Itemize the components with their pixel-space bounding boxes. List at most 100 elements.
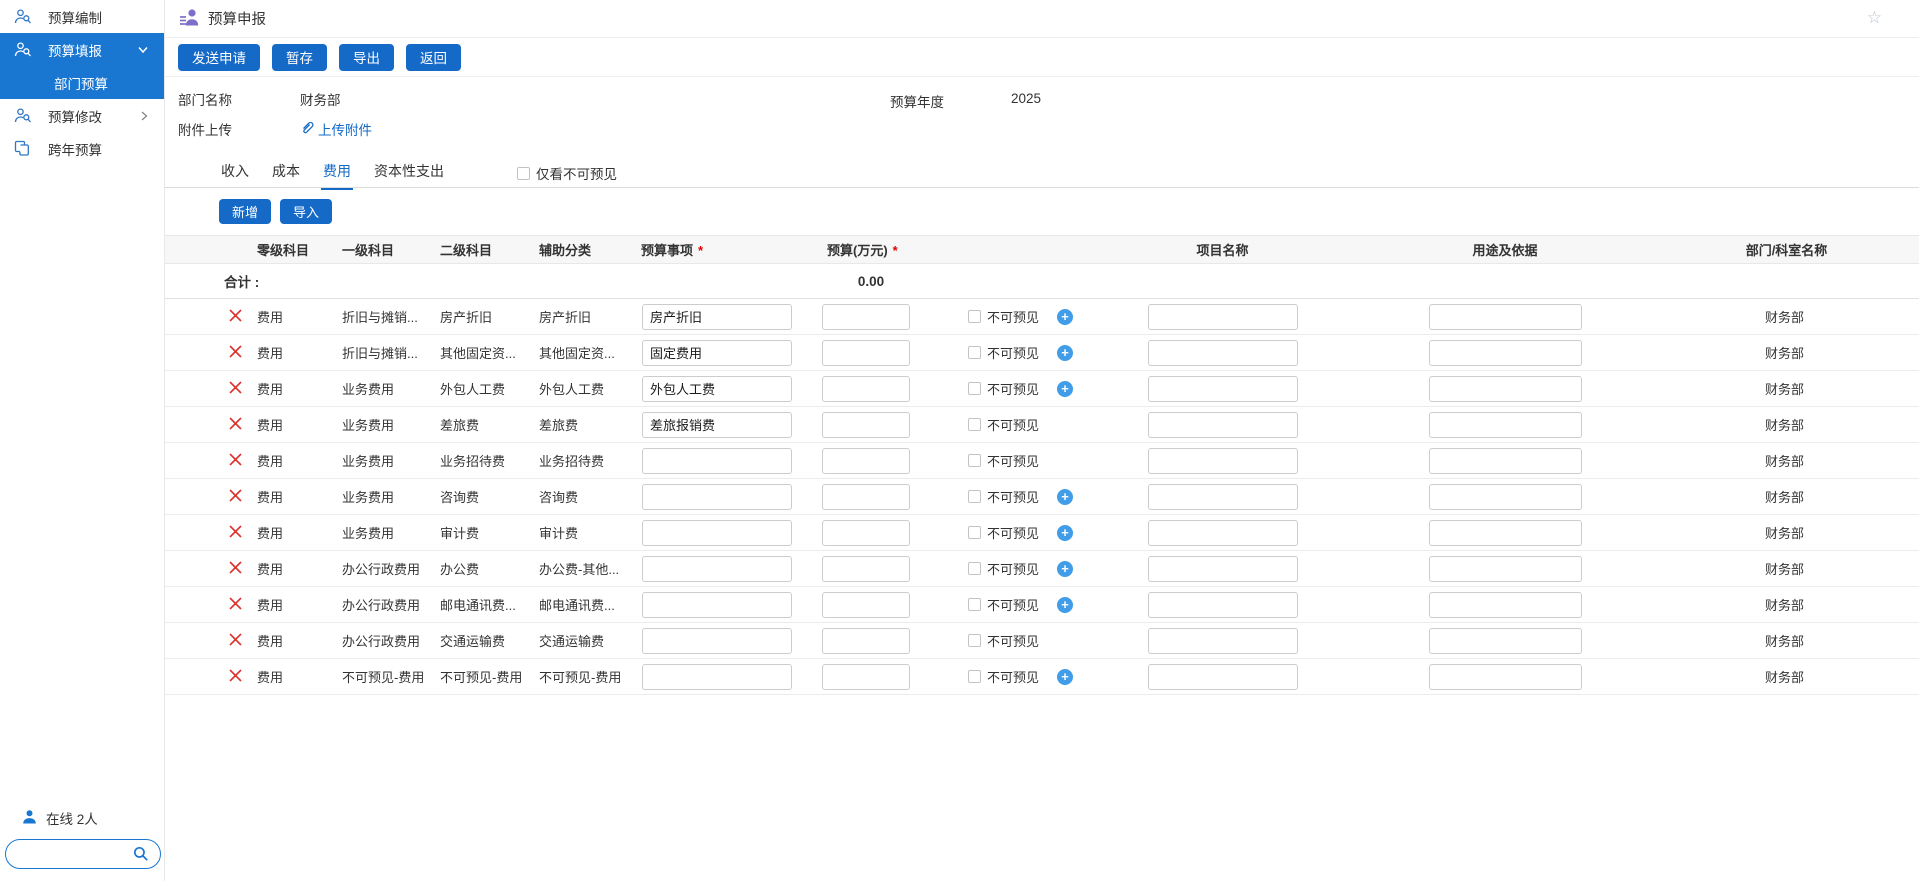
- add-sub-row-icon[interactable]: +: [1057, 597, 1073, 613]
- add-sub-row-icon[interactable]: +: [1057, 309, 1073, 325]
- delete-row-icon[interactable]: [228, 452, 243, 470]
- delete-row-icon[interactable]: [228, 560, 243, 578]
- budget-amount-input[interactable]: [822, 556, 910, 582]
- delete-row-icon[interactable]: [228, 380, 243, 398]
- export-button[interactable]: 导出: [339, 44, 394, 71]
- usage-basis-input[interactable]: [1429, 448, 1582, 474]
- project-name-input[interactable]: [1148, 592, 1298, 618]
- budget-item-input[interactable]: [642, 484, 792, 510]
- project-name-input[interactable]: [1148, 304, 1298, 330]
- unforeseen-checkbox[interactable]: [968, 526, 981, 539]
- budget-item-input[interactable]: [642, 340, 792, 366]
- upload-attachment-link[interactable]: 上传附件: [300, 119, 372, 139]
- project-name-input[interactable]: [1148, 484, 1298, 510]
- tab-expense[interactable]: 费用: [321, 159, 353, 190]
- budget-item-input[interactable]: [642, 592, 792, 618]
- project-name-input[interactable]: [1148, 340, 1298, 366]
- budget-amount-input[interactable]: [822, 304, 910, 330]
- usage-basis-input[interactable]: [1429, 592, 1582, 618]
- delete-row-icon[interactable]: [228, 524, 243, 542]
- unforeseen-checkbox[interactable]: [968, 382, 981, 395]
- add-sub-row-icon[interactable]: +: [1057, 669, 1073, 685]
- budget-item-input[interactable]: [642, 628, 792, 654]
- sidebar-item-budget-modify[interactable]: 预算修改: [0, 99, 164, 132]
- budget-amount-input[interactable]: [822, 664, 910, 690]
- tab-income[interactable]: 收入: [219, 159, 251, 190]
- sidebar-item-budget-fill[interactable]: 预算填报: [0, 33, 164, 66]
- usage-basis-input[interactable]: [1429, 520, 1582, 546]
- project-name-input[interactable]: [1148, 520, 1298, 546]
- cell-level1: 业务费用: [338, 451, 436, 470]
- budget-item-input[interactable]: [642, 448, 792, 474]
- budget-amount-input[interactable]: [822, 592, 910, 618]
- unforeseen-checkbox[interactable]: [968, 634, 981, 647]
- import-button[interactable]: 导入: [280, 199, 332, 224]
- project-name-input[interactable]: [1148, 664, 1298, 690]
- unforeseen-only-checkbox[interactable]: [517, 167, 530, 180]
- add-sub-row-icon[interactable]: +: [1057, 345, 1073, 361]
- cell-level0: 费用: [253, 631, 338, 650]
- save-draft-button[interactable]: 暂存: [272, 44, 327, 71]
- budget-amount-input[interactable]: [822, 448, 910, 474]
- budget-item-input[interactable]: [642, 664, 792, 690]
- usage-basis-input[interactable]: [1429, 412, 1582, 438]
- unforeseen-only-filter[interactable]: 仅看不可预见: [517, 163, 617, 183]
- cell-dept: 财务部: [1670, 415, 1899, 434]
- budget-amount-input[interactable]: [822, 340, 910, 366]
- project-name-input[interactable]: [1148, 556, 1298, 582]
- budget-amount-input[interactable]: [822, 484, 910, 510]
- sidebar-item-crossyear-budget[interactable]: 跨年预算: [0, 132, 164, 165]
- favorite-star-icon[interactable]: ☆: [1867, 8, 1882, 28]
- project-name-input[interactable]: [1148, 448, 1298, 474]
- project-name-input[interactable]: [1148, 628, 1298, 654]
- add-sub-row-icon[interactable]: +: [1057, 381, 1073, 397]
- send-request-button[interactable]: 发送申请: [178, 44, 260, 71]
- budget-amount-input[interactable]: [822, 628, 910, 654]
- delete-row-icon[interactable]: [228, 416, 243, 434]
- unforeseen-checkbox[interactable]: [968, 670, 981, 683]
- table-body: 费用 折旧与摊销... 房产折旧 房产折旧 不可预见 + 财务部 费用 折旧与摊…: [165, 299, 1919, 695]
- budget-amount-input[interactable]: [822, 376, 910, 402]
- unforeseen-checkbox[interactable]: [968, 490, 981, 503]
- table-row: 费用 业务费用 咨询费 咨询费 不可预见 + 财务部: [165, 479, 1919, 515]
- usage-basis-input[interactable]: [1429, 376, 1582, 402]
- tab-cost[interactable]: 成本: [270, 159, 302, 190]
- unforeseen-checkbox[interactable]: [968, 418, 981, 431]
- budget-item-input[interactable]: [642, 520, 792, 546]
- add-sub-row-icon[interactable]: +: [1057, 525, 1073, 541]
- usage-basis-input[interactable]: [1429, 664, 1582, 690]
- budget-amount-input[interactable]: [822, 520, 910, 546]
- back-button[interactable]: 返回: [406, 44, 461, 71]
- unforeseen-checkbox[interactable]: [968, 562, 981, 575]
- delete-row-icon[interactable]: [228, 488, 243, 506]
- project-name-input[interactable]: [1148, 376, 1298, 402]
- unforeseen-checkbox[interactable]: [968, 346, 981, 359]
- usage-basis-input[interactable]: [1429, 304, 1582, 330]
- unforeseen-checkbox[interactable]: [968, 598, 981, 611]
- usage-basis-input[interactable]: [1429, 340, 1582, 366]
- sidebar-item-department-budget[interactable]: 部门预算: [0, 66, 164, 99]
- unforeseen-checkbox[interactable]: [968, 310, 981, 323]
- budget-item-input[interactable]: [642, 556, 792, 582]
- add-sub-row-icon[interactable]: +: [1057, 561, 1073, 577]
- add-row-button[interactable]: 新增: [219, 199, 271, 224]
- add-sub-row-icon[interactable]: +: [1057, 489, 1073, 505]
- unforeseen-checkbox[interactable]: [968, 454, 981, 467]
- usage-basis-input[interactable]: [1429, 556, 1582, 582]
- cell-aux: 邮电通讯费...: [535, 595, 637, 614]
- usage-basis-input[interactable]: [1429, 628, 1582, 654]
- budget-amount-input[interactable]: [822, 412, 910, 438]
- delete-row-icon[interactable]: [228, 344, 243, 362]
- delete-row-icon[interactable]: [228, 668, 243, 686]
- delete-row-icon[interactable]: [228, 632, 243, 650]
- sidebar-item-budget-compile[interactable]: 预算编制: [0, 0, 164, 33]
- budget-item-input[interactable]: [642, 412, 792, 438]
- usage-basis-input[interactable]: [1429, 484, 1582, 510]
- budget-item-input[interactable]: [642, 376, 792, 402]
- search-icon[interactable]: [133, 846, 149, 865]
- delete-row-icon[interactable]: [228, 308, 243, 326]
- budget-item-input[interactable]: [642, 304, 792, 330]
- tab-capital-expenditure[interactable]: 资本性支出: [372, 159, 446, 190]
- delete-row-icon[interactable]: [228, 596, 243, 614]
- project-name-input[interactable]: [1148, 412, 1298, 438]
